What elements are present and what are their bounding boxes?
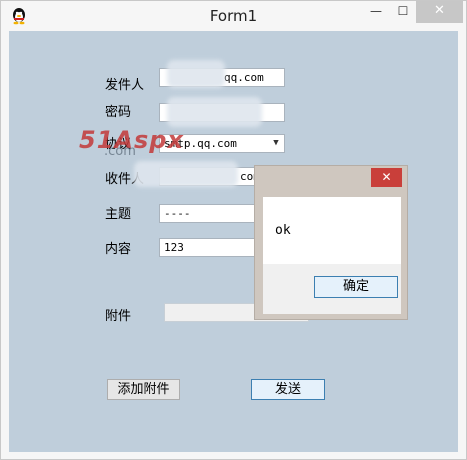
send-button[interactable]: 发送 xyxy=(251,379,325,400)
dialog-close-button[interactable]: ✕ xyxy=(371,168,402,187)
dialog-body: ok xyxy=(263,197,401,264)
maximize-button[interactable]: ☐ xyxy=(388,1,418,23)
sender-label: 发件人 xyxy=(105,78,145,93)
content-label: 内容 xyxy=(105,242,132,257)
add-attachment-button[interactable]: 添加附件 xyxy=(107,379,180,400)
main-window: Form1 — ☐ ✕ 发件人 密码 协议 收件人 主题 内容 附件 qq.co… xyxy=(0,0,467,460)
ok-button[interactable]: 确定 xyxy=(314,276,398,298)
blurred-region xyxy=(167,97,262,127)
attachment-label: 附件 xyxy=(105,309,132,324)
password-label: 密码 xyxy=(105,105,132,120)
blurred-region xyxy=(134,161,238,187)
subject-field[interactable]: ---- xyxy=(159,204,259,223)
blurred-region xyxy=(167,60,225,88)
dialog-footer: 确定 xyxy=(263,264,401,314)
subject-label: 主题 xyxy=(105,207,132,222)
content-field[interactable]: 123 xyxy=(159,238,259,257)
dialog-message: ok xyxy=(275,223,291,238)
minimize-button[interactable]: — xyxy=(361,1,391,23)
chevron-down-icon[interactable]: ▼ xyxy=(270,137,282,150)
close-button[interactable]: ✕ xyxy=(416,1,463,23)
watermark-sub: .com xyxy=(104,144,136,159)
message-dialog: ✕ ok 确定 xyxy=(254,165,408,320)
title-bar: Form1 — ☐ ✕ xyxy=(1,1,466,31)
